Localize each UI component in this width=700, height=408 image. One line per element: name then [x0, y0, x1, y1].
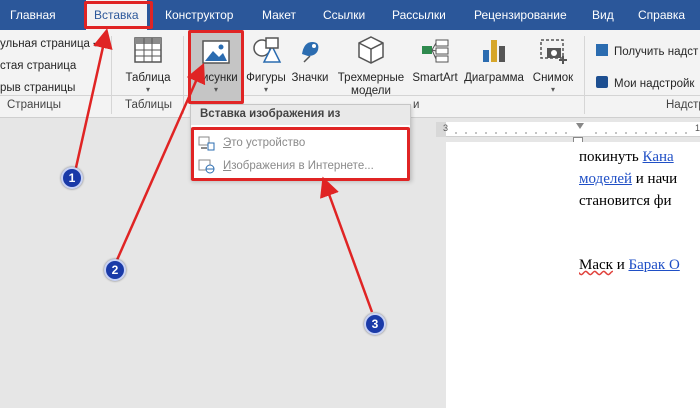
document-link[interactable]: Барак О [628, 257, 679, 273]
spelling-error[interactable]: Маск [579, 257, 613, 273]
bar-chart-icon [478, 34, 510, 66]
tab-references[interactable]: Ссылки [323, 0, 365, 30]
icons-button[interactable]: Значки [289, 34, 331, 85]
tab-help[interactable]: Справка [638, 0, 685, 30]
chevron-down-icon: ▾ [93, 40, 98, 49]
get-addins-button[interactable]: Получить надст [596, 44, 698, 58]
store-icon [596, 44, 608, 56]
step-badge-2: 2 [104, 259, 126, 281]
group-label-tables: Таблицы [125, 99, 172, 111]
document-line: Маск и Барак О [579, 257, 680, 273]
3d-models-button[interactable]: Трехмерные модели [331, 34, 411, 98]
smartart-button[interactable]: SmartArt [409, 34, 461, 85]
shapes-button[interactable]: Фигуры ▾ [243, 34, 289, 95]
document-line: покинуть Кана [579, 149, 674, 165]
tab-home[interactable]: Главная [10, 0, 56, 30]
addins-icon [596, 76, 608, 88]
blank-page-button[interactable]: стая страница [0, 60, 76, 72]
smartart-icon [419, 34, 451, 66]
shapes-icon [250, 34, 282, 66]
group-divider [111, 36, 112, 114]
horizontal-ruler[interactable]: 3 1 [443, 122, 700, 137]
my-addins-button[interactable]: Мои надстройк [596, 76, 694, 90]
table-button[interactable]: Таблица ▾ [118, 34, 178, 95]
tab-design[interactable]: Конструктор [165, 0, 233, 30]
annotation-box-tab [84, 1, 153, 29]
document-line: становится фи [579, 193, 672, 209]
step-badge-1: 1 [61, 167, 83, 189]
table-icon [132, 34, 164, 66]
menu-header: Вставка изображения из [191, 105, 410, 125]
group-divider [584, 36, 585, 114]
group-label-illustrations: и [413, 99, 420, 111]
tab-mailings[interactable]: Рассылки [392, 0, 446, 30]
tab-view[interactable]: Вид [592, 0, 614, 30]
camera-icon [537, 34, 569, 66]
chevron-down-icon: ▾ [263, 85, 268, 94]
cube-icon [355, 34, 387, 66]
icons-icon [294, 34, 326, 66]
screenshot-button[interactable]: Снимок ▾ [527, 34, 579, 95]
annotation-box-menu [191, 127, 410, 181]
chevron-down-icon: ▾ [145, 85, 150, 94]
document-link[interactable]: Кана [643, 149, 674, 165]
chevron-down-icon: ▾ [550, 85, 555, 94]
group-divider [183, 36, 184, 114]
annotation-box-pictures [188, 30, 244, 104]
chart-button[interactable]: Диаграмма [461, 34, 527, 85]
tab-review[interactable]: Рецензирование [474, 0, 567, 30]
page-break-button[interactable]: рыв страницы [0, 82, 75, 94]
tab-layout[interactable]: Макет [262, 0, 296, 30]
step-badge-3: 3 [364, 313, 386, 335]
ruler-ticks [455, 132, 687, 134]
cover-page-button[interactable]: ульная страница ▾ [0, 38, 97, 50]
document-link[interactable]: моделей [579, 171, 632, 187]
group-label-pages: Страницы [7, 99, 61, 111]
group-label-addins: Надстр [666, 99, 700, 111]
document-line: моделей и начи [579, 171, 678, 187]
